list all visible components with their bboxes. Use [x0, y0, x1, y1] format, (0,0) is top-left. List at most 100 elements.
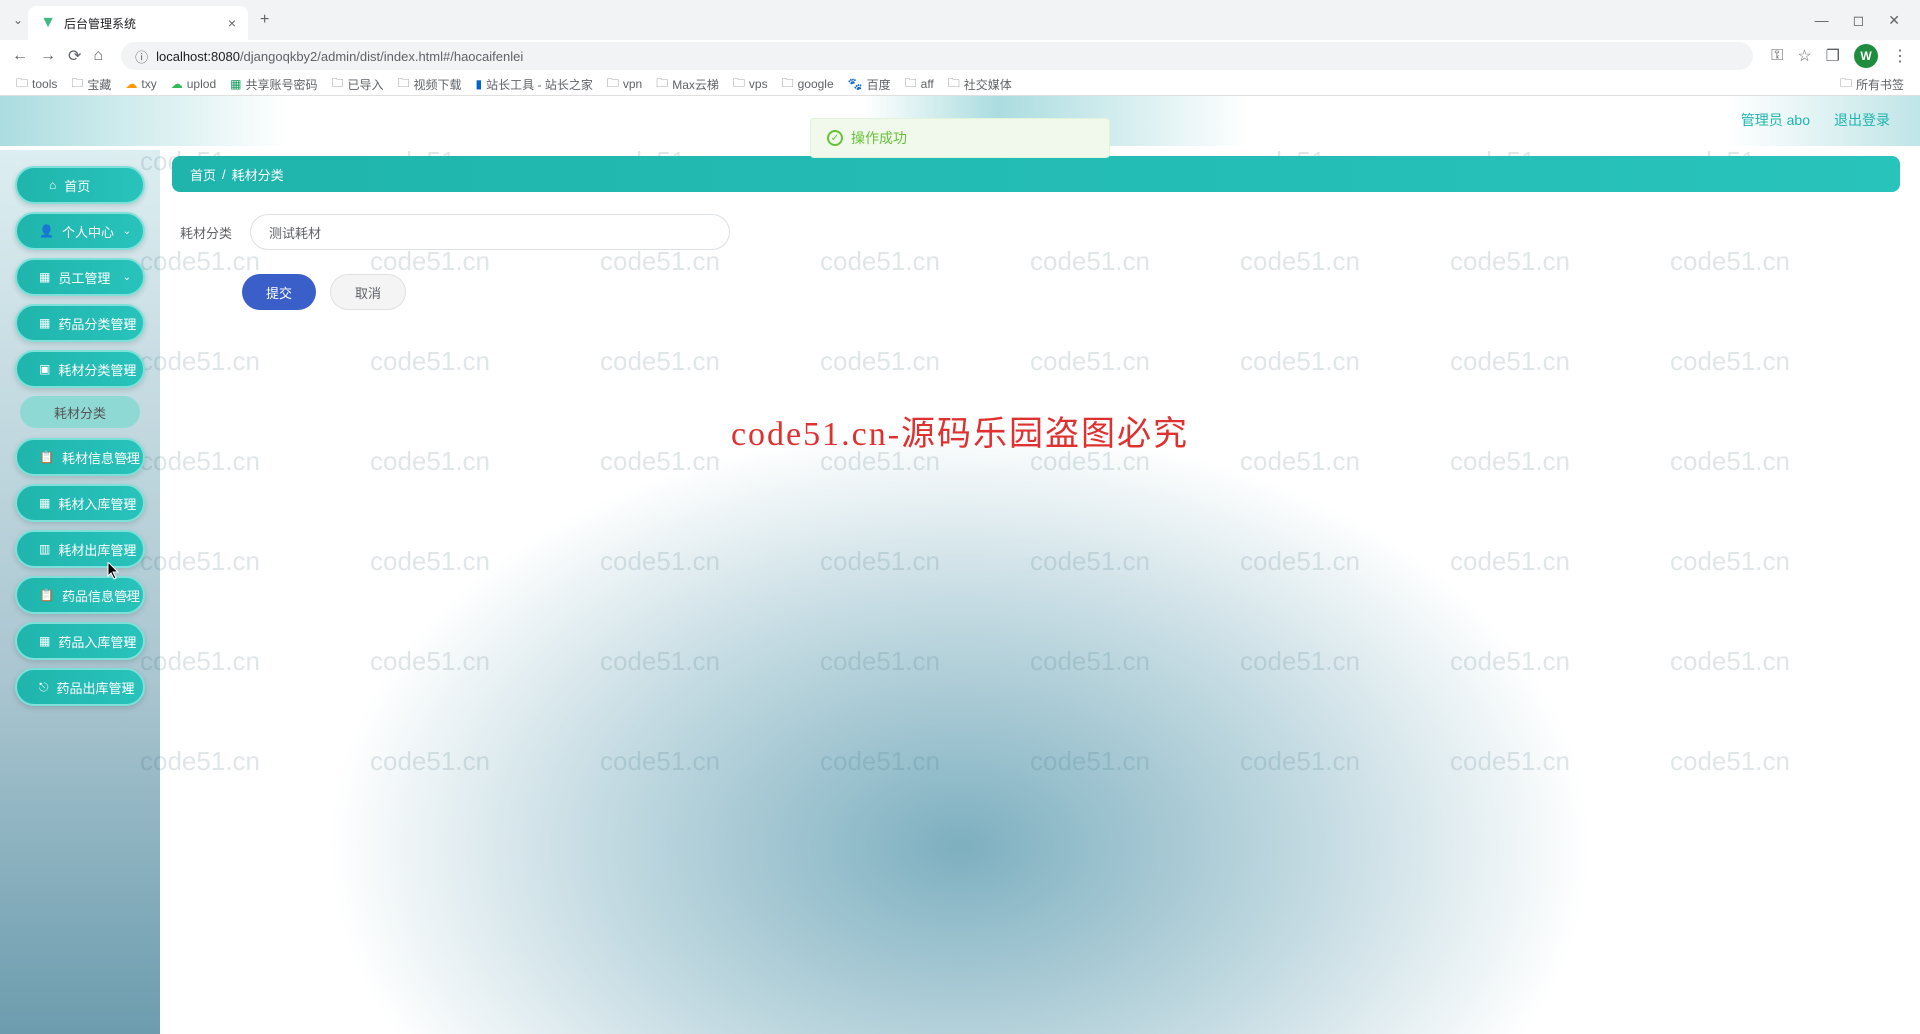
bookmark-aff[interactable]: 🗀aff	[905, 74, 934, 95]
chevron-down-icon: ⌄	[123, 272, 131, 283]
kebab-menu-icon[interactable]: ⋮	[1892, 46, 1908, 66]
grid-icon: ▦	[39, 496, 50, 510]
chevron-down-icon: ⌄	[123, 318, 131, 329]
site-info-icon[interactable]: ⓘ	[135, 47, 148, 66]
sidebar-item-staff[interactable]: ▦ 员工管理 ⌄	[15, 258, 145, 296]
bookmark-webmaster[interactable]: ▮站长工具 - 站长之家	[476, 76, 593, 93]
logout-link[interactable]: 退出登录	[1834, 110, 1890, 130]
sidebar-item-profile[interactable]: 👤 个人中心 ⌄	[15, 212, 145, 250]
bookmark-baozang[interactable]: 🗀宝藏	[71, 74, 111, 95]
home-icon: ⌂	[49, 178, 56, 192]
browser-chrome: ⌄ ▼ 后台管理系统 × + — ◻ ✕ ← → ⟳ ⌂ ⓘ localhost…	[0, 0, 1920, 96]
button-row: 提交 取消	[242, 274, 1900, 310]
chevron-down-icon: ⌄	[123, 682, 131, 693]
breadcrumb: 首页 / 耗材分类	[172, 156, 1900, 192]
breadcrumb-current: 耗材分类	[232, 165, 284, 184]
sidebar-item-consumable-in[interactable]: ▦耗材入库管理⌄	[15, 484, 145, 522]
baidu-icon: 🐾	[848, 77, 863, 91]
doc-icon: ▦	[230, 77, 241, 91]
tab-dropdown-icon[interactable]: ⌄	[8, 13, 28, 27]
home-icon[interactable]: ⌂	[93, 47, 103, 65]
vue-favicon: ▼	[40, 15, 56, 31]
bookmark-uplod[interactable]: ☁uplod	[171, 77, 216, 91]
bookmark-all[interactable]: 🗀所有书签	[1840, 74, 1904, 95]
close-window-icon[interactable]: ✕	[1888, 12, 1900, 29]
back-icon[interactable]: ←	[12, 47, 28, 65]
chevron-down-icon: ⌄	[123, 590, 131, 601]
bookmark-vps[interactable]: 🗀vps	[733, 74, 768, 95]
folder-icon: 🗀	[656, 74, 668, 95]
url-text: localhost:8080/djangoqkby2/admin/dist/in…	[156, 49, 523, 64]
window-controls: — ◻ ✕	[1815, 12, 1920, 29]
sidebar-item-drug-out[interactable]: ⎋药品出库管理⌄	[15, 668, 145, 706]
success-check-icon: ✓	[827, 130, 843, 146]
password-key-icon[interactable]: ⚿	[1771, 47, 1783, 65]
bookmark-shared[interactable]: ▦共享账号密码	[230, 76, 317, 93]
bookmark-bar: 🗀tools 🗀宝藏 ☁txy ☁uplod ▦共享账号密码 🗀已导入 🗀视频下…	[0, 72, 1920, 96]
form-label: 耗材分类	[180, 223, 232, 242]
category-input[interactable]	[250, 214, 730, 250]
chevron-down-icon: ⌄	[123, 498, 131, 509]
sidebar-item-consumable-out[interactable]: ▥耗材出库管理⌄	[15, 530, 145, 568]
new-tab-button[interactable]: +	[248, 11, 281, 29]
url-bar[interactable]: ⓘ localhost:8080/djangoqkby2/admin/dist/…	[121, 42, 1753, 70]
sidebar-item-consumable-info[interactable]: 📋耗材信息管理⌄	[15, 438, 145, 476]
forward-icon[interactable]: →	[40, 47, 56, 65]
chevron-down-icon: ⌄	[123, 636, 131, 647]
folder-icon: 🗀	[733, 74, 745, 95]
sidebar-item-label: 员工管理	[58, 268, 110, 287]
user-icon: 👤	[39, 224, 54, 238]
sidebar-item-drug-info[interactable]: 📋药品信息管理⌄	[15, 576, 145, 614]
extensions-icon[interactable]: ❐	[1826, 46, 1840, 66]
cancel-button[interactable]: 取消	[330, 274, 406, 310]
tab-close-icon[interactable]: ×	[228, 15, 236, 31]
address-bar: ← → ⟳ ⌂ ⓘ localhost:8080/djangoqkby2/adm…	[0, 40, 1920, 72]
sidebar: ⌂首页 👤 个人中心 ⌄ ▦ 员工管理 ⌄ ▦药品分类管理⌄ ▣耗材分类管理⌄ 耗材分类…	[0, 150, 160, 1034]
bookmark-video[interactable]: 🗀视频下载	[398, 74, 462, 95]
main-content: 首页 / 耗材分类 耗材分类 提交 取消	[172, 156, 1900, 310]
sidebar-item-home[interactable]: ⌂首页	[15, 166, 145, 204]
folder-icon: 🗀	[398, 74, 410, 95]
browser-tab[interactable]: ▼ 后台管理系统 ×	[28, 6, 248, 40]
bookmark-google[interactable]: 🗀google	[782, 74, 834, 95]
sidebar-item-drug-in[interactable]: ▦药品入库管理⌄	[15, 622, 145, 660]
profile-avatar[interactable]: W	[1854, 44, 1878, 68]
chevron-down-icon: ⌄	[123, 544, 131, 555]
toast-message: 操作成功	[851, 128, 907, 148]
sidebar-item-label: 个人中心	[62, 222, 114, 241]
folder-icon: 🗀	[331, 74, 343, 95]
export-icon: ⎋	[39, 680, 49, 695]
watermark-overlay-text: code51.cn-源码乐园盗图必究	[731, 406, 1189, 455]
chevron-down-icon: ⌄	[123, 364, 131, 375]
grid-icon: ▦	[39, 270, 50, 284]
bookmark-vpn[interactable]: 🗀vpn	[607, 74, 642, 95]
maximize-icon[interactable]: ◻	[1853, 12, 1865, 29]
app-root: code51.cncode51.cncode51.cncode51.cncode…	[0, 96, 1920, 1034]
bookmark-social[interactable]: 🗀社交媒体	[948, 74, 1012, 95]
sidebar-sub-consumable-category[interactable]: 耗材分类	[20, 396, 140, 428]
bookmark-imported[interactable]: 🗀已导入	[331, 74, 383, 95]
sidebar-item-consumable-category[interactable]: ▣耗材分类管理⌄	[15, 350, 145, 388]
breadcrumb-home[interactable]: 首页	[190, 165, 216, 184]
header-user[interactable]: 管理员 abo	[1741, 110, 1810, 130]
chevron-down-icon: ⌄	[123, 226, 131, 237]
minimize-icon[interactable]: —	[1815, 12, 1829, 29]
sidebar-item-drug-category[interactable]: ▦药品分类管理⌄	[15, 304, 145, 342]
tool-icon: ▮	[476, 77, 483, 91]
form-row: 耗材分类	[180, 214, 1900, 250]
folder-icon: 🗀	[905, 74, 917, 95]
folder-icon: 🗀	[782, 74, 794, 95]
cloud-icon: ☁	[125, 77, 137, 91]
bookmark-tools[interactable]: 🗀tools	[16, 74, 57, 95]
bookmark-txy[interactable]: ☁txy	[125, 77, 156, 91]
reload-icon[interactable]: ⟳	[68, 46, 81, 66]
breadcrumb-sep: /	[222, 167, 226, 182]
folder-icon: 🗀	[1840, 74, 1852, 95]
bookmark-baidu[interactable]: 🐾百度	[848, 76, 891, 93]
bookmark-max[interactable]: 🗀Max云梯	[656, 74, 719, 95]
star-bookmark-icon[interactable]: ☆	[1797, 46, 1811, 66]
tab-bar: ⌄ ▼ 后台管理系统 × + — ◻ ✕	[0, 0, 1920, 40]
folder-icon: 🗀	[607, 74, 619, 95]
clipboard-icon: 📋	[39, 450, 54, 464]
submit-button[interactable]: 提交	[242, 274, 316, 310]
